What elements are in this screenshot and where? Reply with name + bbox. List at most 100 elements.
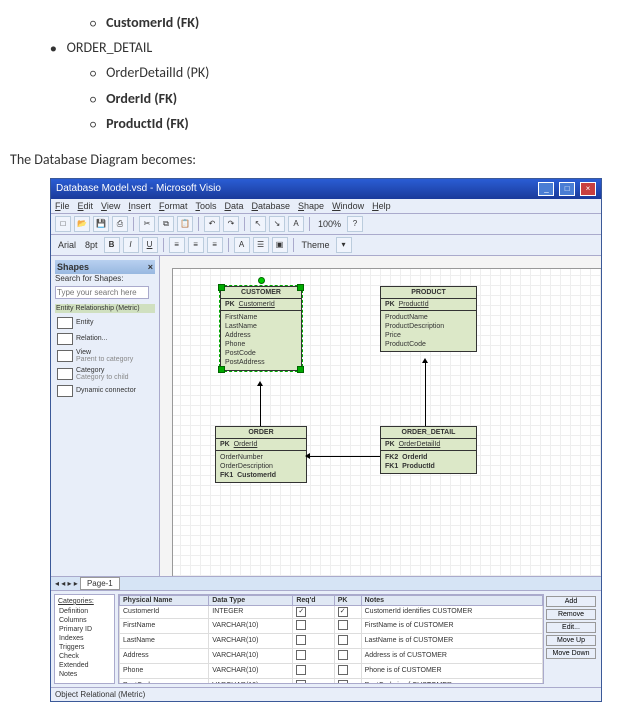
props-categories: Categories: DefinitionColumnsPrimary IDI… <box>54 594 115 684</box>
underline-icon[interactable]: U <box>142 237 158 253</box>
workspace: Shapes × Search for Shapes: Entity Relat… <box>51 256 601 576</box>
print-icon[interactable]: ⎙ <box>112 216 128 232</box>
doc-list: CustomerId (FK)ORDER_DETAILOrderDetailId… <box>50 10 629 136</box>
shape-item[interactable]: Dynamic connector <box>55 383 155 399</box>
redo-icon[interactable]: ↷ <box>223 216 239 232</box>
menu-help[interactable]: Help <box>372 201 391 211</box>
undo-icon[interactable]: ↶ <box>204 216 220 232</box>
entity-order[interactable]: ORDER PK OrderId OrderNumberOrderDescrip… <box>215 426 307 483</box>
entity-order-detail[interactable]: ORDER_DETAIL PK OrderDetailId FK2 OrderI… <box>380 426 477 474</box>
table-row[interactable]: AddressVARCHAR(10)Address is of CUSTOMER <box>120 648 543 663</box>
maximize-button[interactable]: □ <box>559 182 575 196</box>
menu-shape[interactable]: Shape <box>298 201 324 211</box>
fill-color-icon[interactable]: ▣ <box>272 237 288 253</box>
props-btn[interactable]: Edit... <box>546 622 596 633</box>
cat-item[interactable]: Extended <box>58 661 111 670</box>
paste-icon[interactable]: 📋 <box>177 216 193 232</box>
visio-window: Database Model.vsd - Microsoft Visio _ □… <box>50 178 602 702</box>
shape-item[interactable]: Entity <box>55 315 155 331</box>
line-color-icon[interactable]: ☰ <box>253 237 269 253</box>
entity-title: PRODUCT <box>381 287 476 299</box>
shapes-group[interactable]: Entity Relationship (Metric) <box>55 304 155 313</box>
new-icon[interactable]: □ <box>55 216 71 232</box>
cat-item[interactable]: Columns <box>58 616 111 625</box>
table-row[interactable]: PostCodeVARCHAR(10)PostCode is of CUSTOM… <box>120 678 543 684</box>
cat-item[interactable]: Check <box>58 652 111 661</box>
shapes-search-input[interactable] <box>55 286 149 299</box>
font-name[interactable]: Arial <box>55 240 79 250</box>
toolbar-standard: □ 📂 💾 ⎙ ✂ ⧉ 📋 ↶ ↷ ↖ ↘ A 100% ? <box>51 214 601 235</box>
menu-data[interactable]: Data <box>224 201 243 211</box>
menu-database[interactable]: Database <box>251 201 290 211</box>
toolbar-format: Arial 8pt B I U ≡ ≡ ≡ A ☰ ▣ Theme ▾ <box>51 235 601 256</box>
cat-item[interactable]: Indexes <box>58 634 111 643</box>
align-right-icon[interactable]: ≡ <box>207 237 223 253</box>
canvas[interactable]: CUSTOMER PK CustomerId FirstNameLastName… <box>160 256 601 576</box>
relation-orderdetail-order[interactable] <box>308 456 380 457</box>
relation-orderdetail-product[interactable] <box>425 361 426 426</box>
open-icon[interactable]: 📂 <box>74 216 90 232</box>
relation-order-customer[interactable] <box>260 384 261 426</box>
shapes-panel: Shapes × Search for Shapes: Entity Relat… <box>51 256 160 576</box>
caption: The Database Diagram becomes: <box>10 151 629 168</box>
menu-format[interactable]: Format <box>159 201 188 211</box>
page-tabs: ◂ ◂ ▸ ▸ Page-1 <box>51 576 601 590</box>
entity-customer[interactable]: CUSTOMER PK CustomerId FirstNameLastName… <box>220 286 302 371</box>
entity-product[interactable]: PRODUCT PK ProductId ProductNameProductD… <box>380 286 477 352</box>
ruler-left <box>160 268 173 576</box>
menu-edit[interactable]: Edit <box>78 201 94 211</box>
menu-window[interactable]: Window <box>332 201 364 211</box>
status-bar: Object Relational (Metric) <box>51 687 601 701</box>
shape-item[interactable]: CategoryCategory to child <box>55 365 155 383</box>
shapes-close-icon[interactable]: × <box>148 262 153 272</box>
zoom-box[interactable]: 100% <box>315 219 344 229</box>
italic-icon[interactable]: I <box>123 237 139 253</box>
table-row[interactable]: LastNameVARCHAR(10)LastName is of CUSTOM… <box>120 633 543 648</box>
props-btn[interactable]: Move Down <box>546 648 596 659</box>
font-size[interactable]: 8pt <box>82 240 101 250</box>
shapes-search-label: Search for Shapes: <box>55 274 155 283</box>
theme-label[interactable]: Theme <box>299 240 333 250</box>
menu-file[interactable]: File <box>55 201 70 211</box>
table-row[interactable]: FirstNameVARCHAR(10)FirstName is of CUST… <box>120 618 543 633</box>
save-icon[interactable]: 💾 <box>93 216 109 232</box>
text-icon[interactable]: A <box>288 216 304 232</box>
properties-panel: Categories: DefinitionColumnsPrimary IDI… <box>51 590 601 687</box>
align-left-icon[interactable]: ≡ <box>169 237 185 253</box>
copy-icon[interactable]: ⧉ <box>158 216 174 232</box>
status-left: Object Relational (Metric) <box>55 690 145 699</box>
connector-icon[interactable]: ↘ <box>269 216 285 232</box>
ruler-top <box>160 256 601 269</box>
menu-tools[interactable]: Tools <box>195 201 216 211</box>
minimize-button[interactable]: _ <box>538 182 554 196</box>
theme-dropdown-icon[interactable]: ▾ <box>336 237 352 253</box>
menu-view[interactable]: View <box>101 201 120 211</box>
window-title: Database Model.vsd - Microsoft Visio <box>56 183 221 194</box>
font-color-icon[interactable]: A <box>234 237 250 253</box>
page-tab[interactable]: Page-1 <box>80 577 120 590</box>
cat-item[interactable]: Primary ID <box>58 625 111 634</box>
menu-insert[interactable]: Insert <box>128 201 151 211</box>
close-button[interactable]: × <box>580 182 596 196</box>
pointer-icon[interactable]: ↖ <box>250 216 266 232</box>
entity-pk: PK ProductId <box>381 299 476 311</box>
props-btn[interactable]: Move Up <box>546 635 596 646</box>
align-center-icon[interactable]: ≡ <box>188 237 204 253</box>
titlebar: Database Model.vsd - Microsoft Visio _ □… <box>51 179 601 199</box>
props-table: Physical NameData TypeReq'dPKNotes Custo… <box>118 594 544 684</box>
table-row[interactable]: CustomerIdINTEGER✓✓CustomerId identifies… <box>120 605 543 618</box>
cut-icon[interactable]: ✂ <box>139 216 155 232</box>
window-buttons: _ □ × <box>536 182 596 196</box>
shapes-header: Shapes × <box>55 260 155 274</box>
help-icon[interactable]: ? <box>347 216 363 232</box>
entity-title: ORDER <box>216 427 306 439</box>
shape-item[interactable]: Relation... <box>55 331 155 347</box>
cat-item[interactable]: Definition <box>58 607 111 616</box>
props-btn[interactable]: Remove <box>546 609 596 620</box>
cat-item[interactable]: Triggers <box>58 643 111 652</box>
cat-item[interactable]: Notes <box>58 670 111 679</box>
shape-item[interactable]: ViewParent to category <box>55 347 155 365</box>
bold-icon[interactable]: B <box>104 237 120 253</box>
table-row[interactable]: PhoneVARCHAR(10)Phone is of CUSTOMER <box>120 663 543 678</box>
props-btn[interactable]: Add <box>546 596 596 607</box>
